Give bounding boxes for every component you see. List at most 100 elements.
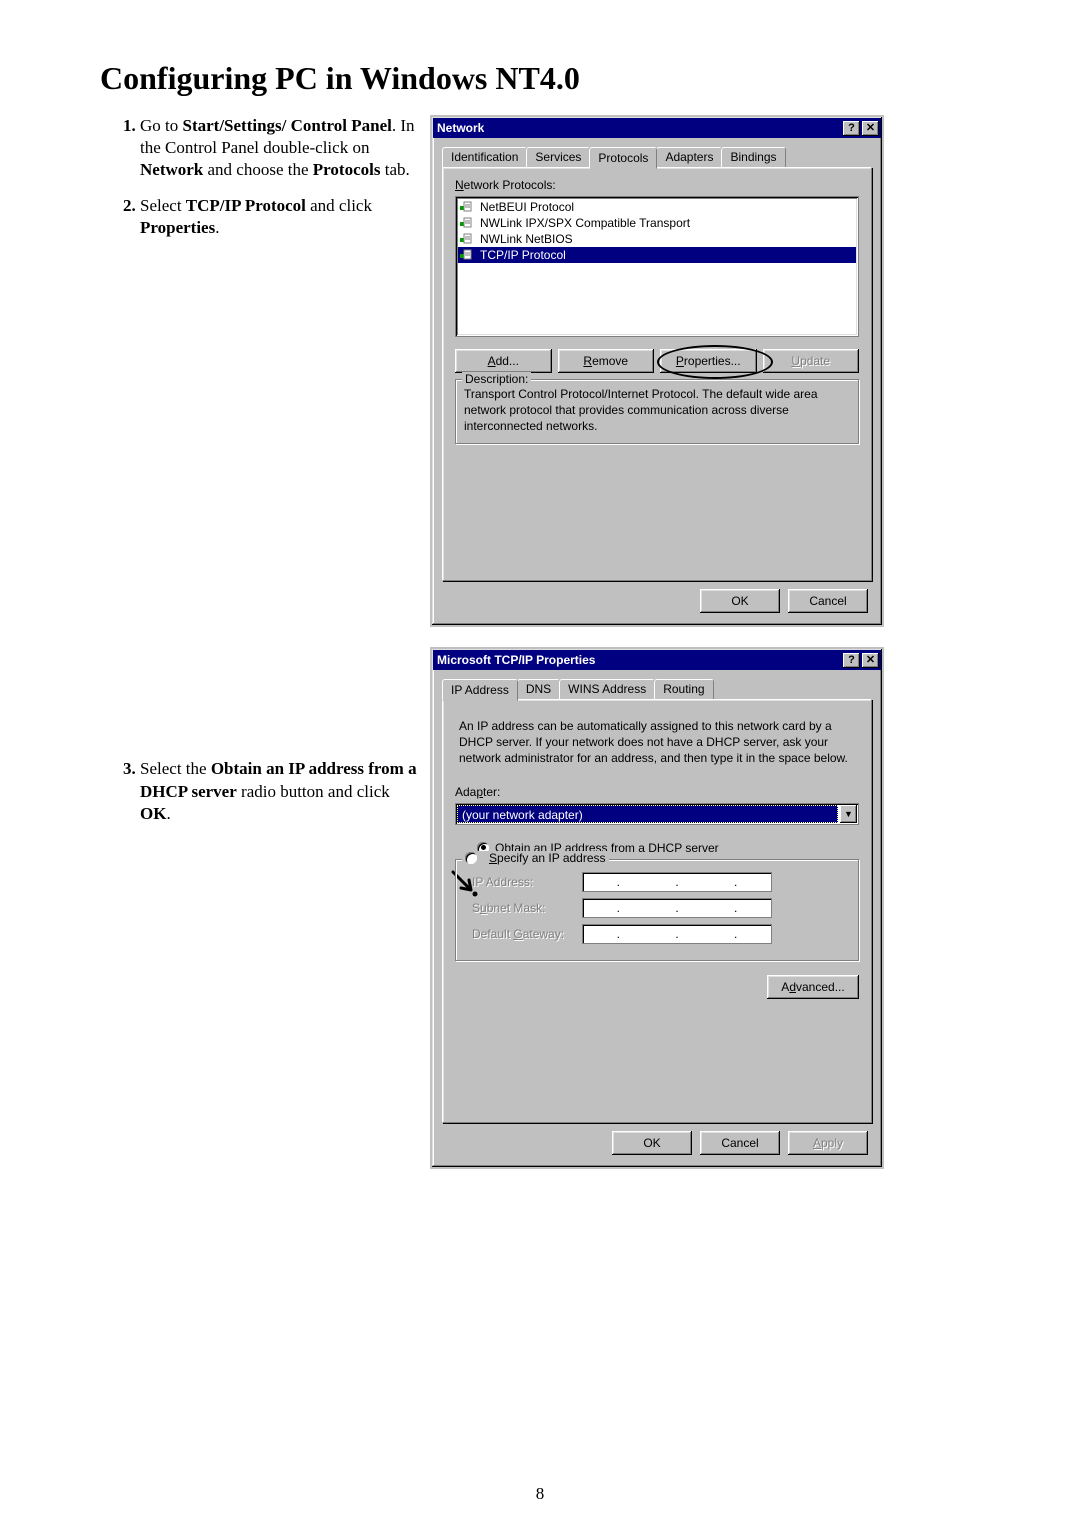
tab-services[interactable]: Services — [526, 147, 590, 167]
text: and click — [306, 196, 372, 215]
text: . — [215, 218, 219, 237]
text-u: N — [455, 178, 464, 192]
tab-protocols[interactable]: Protocols — [589, 147, 657, 169]
tcpip-client: IP Address DNS WINS Address Routing An I… — [432, 671, 882, 1167]
tab-identification[interactable]: Identification — [442, 147, 527, 167]
protocol-icon — [460, 248, 476, 262]
instructions-column: Go to Start/Settings/ Control Panel. In … — [100, 115, 430, 839]
tcpip-titlebar[interactable]: Microsoft TCP/IP Properties ? ✕ — [433, 650, 881, 670]
text-bold: Properties — [140, 218, 215, 237]
tcpip-dialog-title: Microsoft TCP/IP Properties — [437, 653, 841, 667]
tcpip-tabs: IP Address DNS WINS Address Routing — [442, 679, 872, 699]
specify-ip-group: Specify an IP address IP Address: ... Su… — [455, 859, 859, 961]
protocols-panel: Network Protocols: NetBEUI Protocol NWLi… — [442, 167, 872, 581]
close-button[interactable]: ✕ — [862, 121, 879, 136]
ip-address-label: IP Address: — [466, 875, 582, 889]
properties-button[interactable]: Properties... — [660, 349, 757, 373]
text-u: S — [489, 851, 497, 865]
text: roperties... — [684, 354, 741, 368]
network-client: Identification Services Protocols Adapte… — [432, 139, 882, 625]
help-icon: ? — [848, 655, 855, 666]
text: pply — [821, 1136, 843, 1150]
network-dialog: Network ? ✕ Identification Services Prot… — [430, 115, 884, 627]
radio-specify-ip[interactable]: Specify an IP address — [462, 851, 609, 867]
text: and choose the — [203, 160, 313, 179]
advanced-row: Advanced... — [455, 975, 859, 999]
text-bold: Protocols — [313, 160, 381, 179]
description-text: Transport Control Protocol/Internet Prot… — [464, 386, 850, 435]
protocol-icon — [460, 216, 476, 230]
list-item-label: NWLink IPX/SPX Compatible Transport — [480, 216, 690, 230]
tab-routing[interactable]: Routing — [654, 679, 713, 699]
protocols-button-row: Add... Remove Properties... Update — [455, 349, 859, 373]
tab-wins[interactable]: WINS Address — [559, 679, 655, 699]
list-item-label: NetBEUI Protocol — [480, 200, 574, 214]
text-u: u — [480, 901, 487, 915]
help-icon: ? — [848, 123, 855, 134]
close-icon: ✕ — [866, 123, 875, 134]
chevron-down-icon[interactable]: ▼ — [840, 805, 857, 823]
network-tabs: Identification Services Protocols Adapte… — [442, 147, 872, 167]
tab-dns[interactable]: DNS — [517, 679, 560, 699]
help-button[interactable]: ? — [843, 121, 860, 136]
default-gateway-input: ... — [582, 924, 772, 944]
text: etwork Protocols: — [464, 178, 556, 192]
ip-address-input: ... — [582, 872, 772, 892]
text-u: G — [513, 927, 522, 941]
text: Select — [140, 196, 186, 215]
content-row: Go to Start/Settings/ Control Panel. In … — [100, 115, 980, 1169]
ok-button[interactable]: OK — [700, 589, 780, 613]
radio-label: Specify an IP address — [489, 851, 606, 865]
text: Go to — [140, 116, 183, 135]
tcpip-dialog-buttons: OK Cancel Apply — [442, 1131, 872, 1157]
text-u: P — [676, 354, 684, 368]
list-item[interactable]: NWLink IPX/SPX Compatible Transport — [458, 215, 856, 231]
adapter-combobox[interactable]: (your network adapter) ▼ — [455, 803, 859, 825]
remove-button[interactable]: Remove — [558, 349, 655, 373]
list-item-selected-tcpip[interactable]: TCP/IP Protocol — [458, 247, 856, 263]
network-titlebar[interactable]: Network ? ✕ — [433, 118, 881, 138]
text: vanced... — [796, 980, 845, 994]
tab-adapters[interactable]: Adapters — [656, 147, 722, 167]
instruction-step-1: Go to Start/Settings/ Control Panel. In … — [140, 115, 420, 181]
text: bnet Mask: — [487, 901, 546, 915]
help-button[interactable]: ? — [843, 653, 860, 668]
cancel-button[interactable]: Cancel — [788, 589, 868, 613]
list-item[interactable]: NWLink NetBIOS — [458, 231, 856, 247]
ip-explain-text: An IP address can be automatically assig… — [459, 718, 855, 767]
update-button: Update — [763, 349, 860, 373]
text-u: d — [789, 980, 796, 994]
text: . — [166, 804, 170, 823]
protocol-icon — [460, 232, 476, 246]
default-gateway-label: Default Gateway: — [466, 927, 582, 941]
text-u: A — [488, 354, 496, 368]
subnet-mask-label: Subnet Mask: — [466, 901, 582, 915]
add-button[interactable]: Add... — [455, 349, 552, 373]
text: pdate — [800, 354, 830, 368]
subnet-mask-row: Subnet Mask: ... — [466, 898, 848, 918]
subnet-mask-input: ... — [582, 898, 772, 918]
description-legend: Description: — [462, 372, 531, 386]
network-protocols-label: Network Protocols: — [455, 178, 859, 192]
instruction-step-3: Select the Obtain an IP address from a D… — [140, 253, 420, 824]
text: radio button and click — [237, 782, 390, 801]
layout-spacer — [140, 253, 420, 758]
network-dialog-title: Network — [437, 121, 841, 135]
close-button[interactable]: ✕ — [862, 653, 879, 668]
text-u: U — [791, 354, 800, 368]
text: P Address: — [475, 875, 533, 889]
text: Select the — [140, 759, 211, 778]
screenshots-column: Network ? ✕ Identification Services Prot… — [430, 115, 980, 1169]
advanced-button[interactable]: Advanced... — [767, 975, 859, 999]
ok-button[interactable]: OK — [612, 1131, 692, 1155]
adapter-selected-value: (your network adapter) — [457, 805, 838, 823]
default-gateway-row: Default Gateway: ... — [466, 924, 848, 944]
protocols-listbox[interactable]: NetBEUI Protocol NWLink IPX/SPX Compatib… — [455, 196, 859, 337]
text: dd... — [496, 354, 519, 368]
tab-bindings[interactable]: Bindings — [721, 147, 785, 167]
tab-ip-address[interactable]: IP Address — [442, 679, 518, 701]
cancel-button[interactable]: Cancel — [700, 1131, 780, 1155]
text: emove — [592, 354, 628, 368]
protocol-icon — [460, 200, 476, 214]
list-item[interactable]: NetBEUI Protocol — [458, 199, 856, 215]
